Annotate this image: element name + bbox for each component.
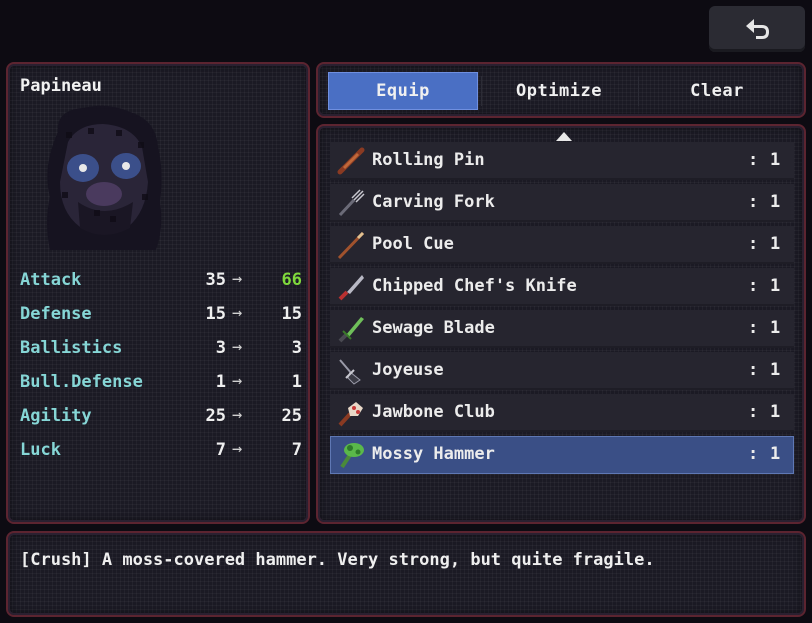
stat-current-value: 25: [205, 406, 226, 426]
stat-arrow: →: [232, 371, 243, 391]
character-name: Papineau: [20, 76, 102, 96]
item-colon: :: [748, 192, 759, 212]
stat-arrow: →: [232, 269, 243, 289]
stat-label: Defense: [20, 304, 92, 324]
stat-new-value: 3: [291, 338, 302, 358]
item-colon: :: [748, 234, 759, 254]
stat-new-value: 66: [281, 270, 302, 290]
description-panel: [Crush] A moss-covered hammer. Very stro…: [6, 531, 806, 617]
item-name: Pool Cue: [372, 234, 454, 254]
back-button[interactable]: [709, 6, 805, 52]
item-colon: :: [748, 150, 759, 170]
item-quantity: 1: [770, 150, 781, 170]
stat-current-value: 15: [205, 304, 226, 324]
joyeuse-icon: [339, 359, 361, 385]
tab-equip[interactable]: Equip: [328, 72, 478, 110]
list-item[interactable]: Carving Fork : 1: [330, 184, 794, 222]
tab-bar: Equip Optimize Clear: [316, 62, 806, 118]
stat-row-agility: Agility 25 → 25: [20, 405, 302, 432]
list-item[interactable]: Sewage Blade : 1: [330, 310, 794, 348]
stat-row-defense: Defense 15 → 15: [20, 303, 302, 330]
list-item[interactable]: Joyeuse : 1: [330, 352, 794, 390]
stat-row-bull-defense: Bull.Defense 1 → 1: [20, 371, 302, 398]
stat-row-attack: Attack 35 → 66: [20, 269, 302, 296]
list-item[interactable]: Jawbone Club : 1: [330, 394, 794, 432]
tab-clear[interactable]: Clear: [642, 72, 792, 110]
character-panel: Papineau Attack 35 → 66 Defense 15 → 15 …: [6, 62, 310, 524]
pool-cue-icon: [337, 231, 365, 260]
stat-label: Luck: [20, 440, 61, 460]
stat-new-value: 7: [291, 440, 302, 460]
stat-label: Agility: [20, 406, 92, 426]
character-portrait: [47, 105, 162, 250]
mossy-hammer-icon: [340, 443, 364, 469]
item-colon: :: [748, 402, 759, 422]
chef-knife-icon: [338, 275, 364, 301]
jawbone-club-icon: [338, 402, 363, 427]
tab-optimize[interactable]: Optimize: [484, 72, 634, 110]
item-colon: :: [748, 444, 759, 464]
item-quantity: 1: [770, 318, 781, 338]
item-colon: :: [748, 360, 759, 380]
item-quantity: 1: [770, 234, 781, 254]
item-quantity: 1: [770, 192, 781, 212]
carving-fork-icon: [338, 189, 365, 217]
list-item[interactable]: Pool Cue : 1: [330, 226, 794, 264]
stat-arrow: →: [232, 439, 243, 459]
item-list-panel: Rolling Pin : 1 Carving Fork : 1 Pool Cu…: [316, 124, 806, 524]
item-name: Joyeuse: [372, 360, 444, 380]
stat-current-value: 35: [205, 270, 226, 290]
item-name: Chipped Chef's Knife: [372, 276, 577, 296]
list-item[interactable]: Chipped Chef's Knife : 1: [330, 268, 794, 306]
return-arrow-icon: [746, 19, 769, 39]
item-name: Carving Fork: [372, 192, 495, 212]
list-item-selected[interactable]: Mossy Hammer : 1: [330, 436, 794, 474]
item-name: Mossy Hammer: [372, 444, 495, 464]
item-quantity: 1: [770, 402, 781, 422]
stat-new-value: 1: [291, 372, 302, 392]
item-name: Sewage Blade: [372, 318, 495, 338]
stat-current-value: 7: [215, 440, 226, 460]
stat-arrow: →: [232, 337, 243, 357]
stat-arrow: →: [232, 405, 243, 425]
stat-label: Bull.Defense: [20, 372, 143, 392]
item-colon: :: [748, 276, 759, 296]
rolling-pin-icon: [337, 147, 365, 175]
list-item[interactable]: Rolling Pin : 1: [330, 142, 794, 180]
item-description: [Crush] A moss-covered hammer. Very stro…: [20, 550, 655, 570]
stat-current-value: 3: [215, 338, 226, 358]
item-name: Rolling Pin: [372, 150, 485, 170]
scroll-up-arrow-icon[interactable]: [556, 132, 572, 141]
item-colon: :: [748, 318, 759, 338]
item-name: Jawbone Club: [372, 402, 495, 422]
stat-row-luck: Luck 7 → 7: [20, 439, 302, 466]
stat-new-value: 25: [281, 406, 302, 426]
stat-label: Ballistics: [20, 338, 123, 358]
stat-current-value: 1: [215, 372, 226, 392]
sewage-blade-icon: [338, 317, 364, 343]
stat-row-ballistics: Ballistics 3 → 3: [20, 337, 302, 364]
stat-arrow: →: [232, 303, 243, 323]
tab-divider: [638, 76, 639, 106]
item-quantity: 1: [770, 360, 781, 380]
stat-new-value: 15: [281, 304, 302, 324]
stat-label: Attack: [20, 270, 82, 290]
item-quantity: 1: [770, 444, 781, 464]
item-quantity: 1: [770, 276, 781, 296]
tab-divider: [481, 76, 482, 106]
